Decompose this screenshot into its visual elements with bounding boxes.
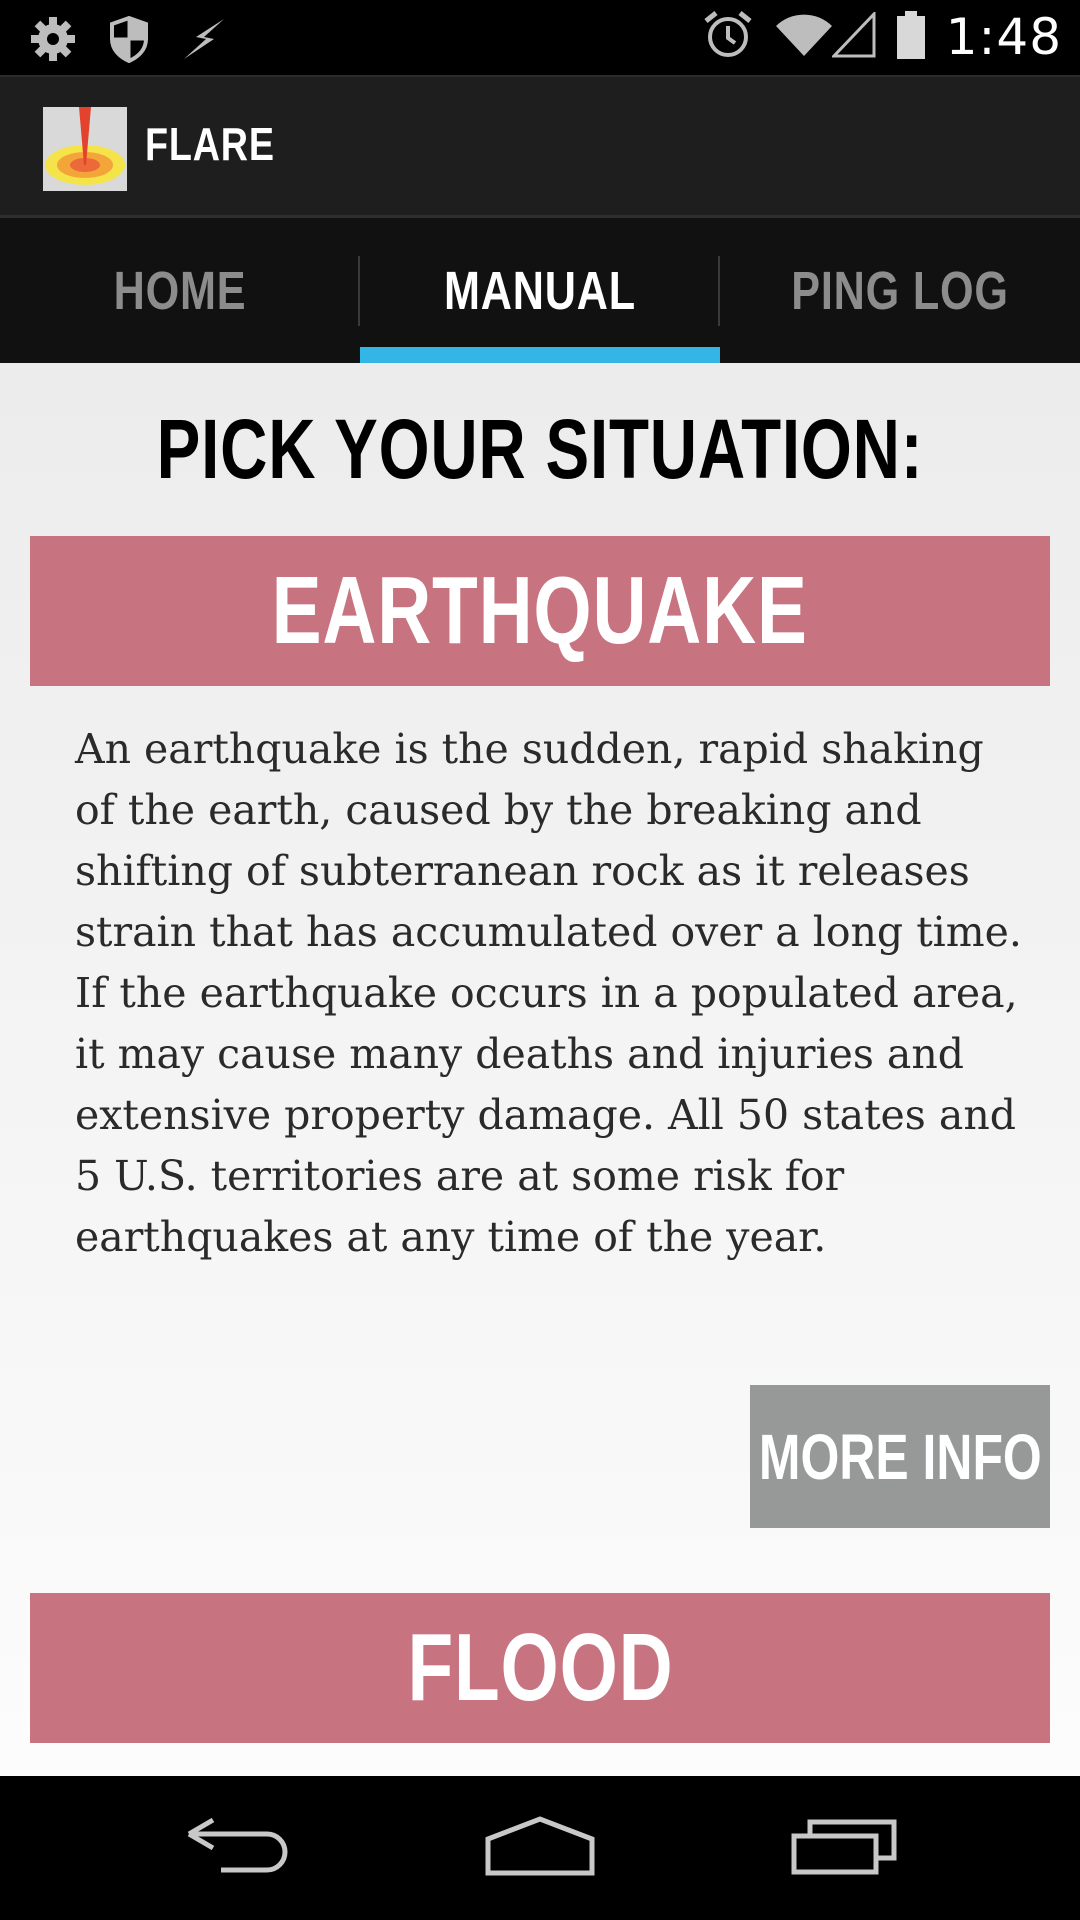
tab-ping-log[interactable]: PING LOG bbox=[720, 218, 1080, 363]
tab-ping-log-label: PING LOG bbox=[791, 260, 1009, 321]
recents-button[interactable] bbox=[775, 1806, 915, 1890]
back-button[interactable] bbox=[170, 1806, 310, 1890]
earthquake-description: An earthquake is the sudden, rapid shaki… bbox=[75, 725, 1022, 1261]
navigation-bar bbox=[0, 1776, 1080, 1920]
flare-logo-icon[interactable] bbox=[43, 107, 127, 191]
settings-icon bbox=[28, 14, 78, 69]
tab-manual-label: MANUAL bbox=[444, 260, 636, 321]
tab-manual[interactable]: MANUAL bbox=[360, 218, 720, 363]
shield-icon bbox=[108, 15, 150, 68]
page-title: PICK YOUR SITUATION: bbox=[156, 402, 924, 496]
situation-flood-button[interactable]: FLOOD bbox=[30, 1593, 1050, 1743]
tab-home[interactable]: HOME bbox=[0, 218, 360, 363]
tab-bar: HOME MANUAL PING LOG bbox=[0, 218, 1080, 363]
signal-icon bbox=[830, 9, 876, 63]
active-tab-indicator bbox=[360, 347, 720, 363]
situation-earthquake-button[interactable]: EARTHQUAKE bbox=[30, 536, 1050, 686]
alarm-icon bbox=[702, 9, 754, 66]
more-info-button[interactable]: MORE INFO bbox=[750, 1385, 1050, 1528]
tab-home-label: HOME bbox=[113, 260, 247, 321]
situation-flood-label: FLOOD bbox=[407, 1614, 673, 1721]
action-bar: FLARE bbox=[0, 75, 1080, 218]
home-button[interactable] bbox=[470, 1806, 610, 1890]
recents-icon bbox=[790, 1816, 900, 1881]
more-info-label: MORE INFO bbox=[758, 1420, 1042, 1493]
status-time: 1:48 bbox=[945, 8, 1062, 66]
wifi-icon bbox=[774, 12, 834, 63]
situation-earthquake-label: EARTHQUAKE bbox=[271, 557, 809, 664]
home-icon bbox=[484, 1815, 596, 1882]
battery-icon bbox=[896, 10, 926, 65]
manual-content[interactable]: PICK YOUR SITUATION: EARTHQUAKE An earth… bbox=[0, 363, 1080, 1776]
app-title: FLARE bbox=[145, 118, 275, 170]
back-icon bbox=[185, 1816, 295, 1881]
status-bar: 1:48 bbox=[0, 0, 1080, 75]
bolt-icon bbox=[180, 17, 228, 66]
